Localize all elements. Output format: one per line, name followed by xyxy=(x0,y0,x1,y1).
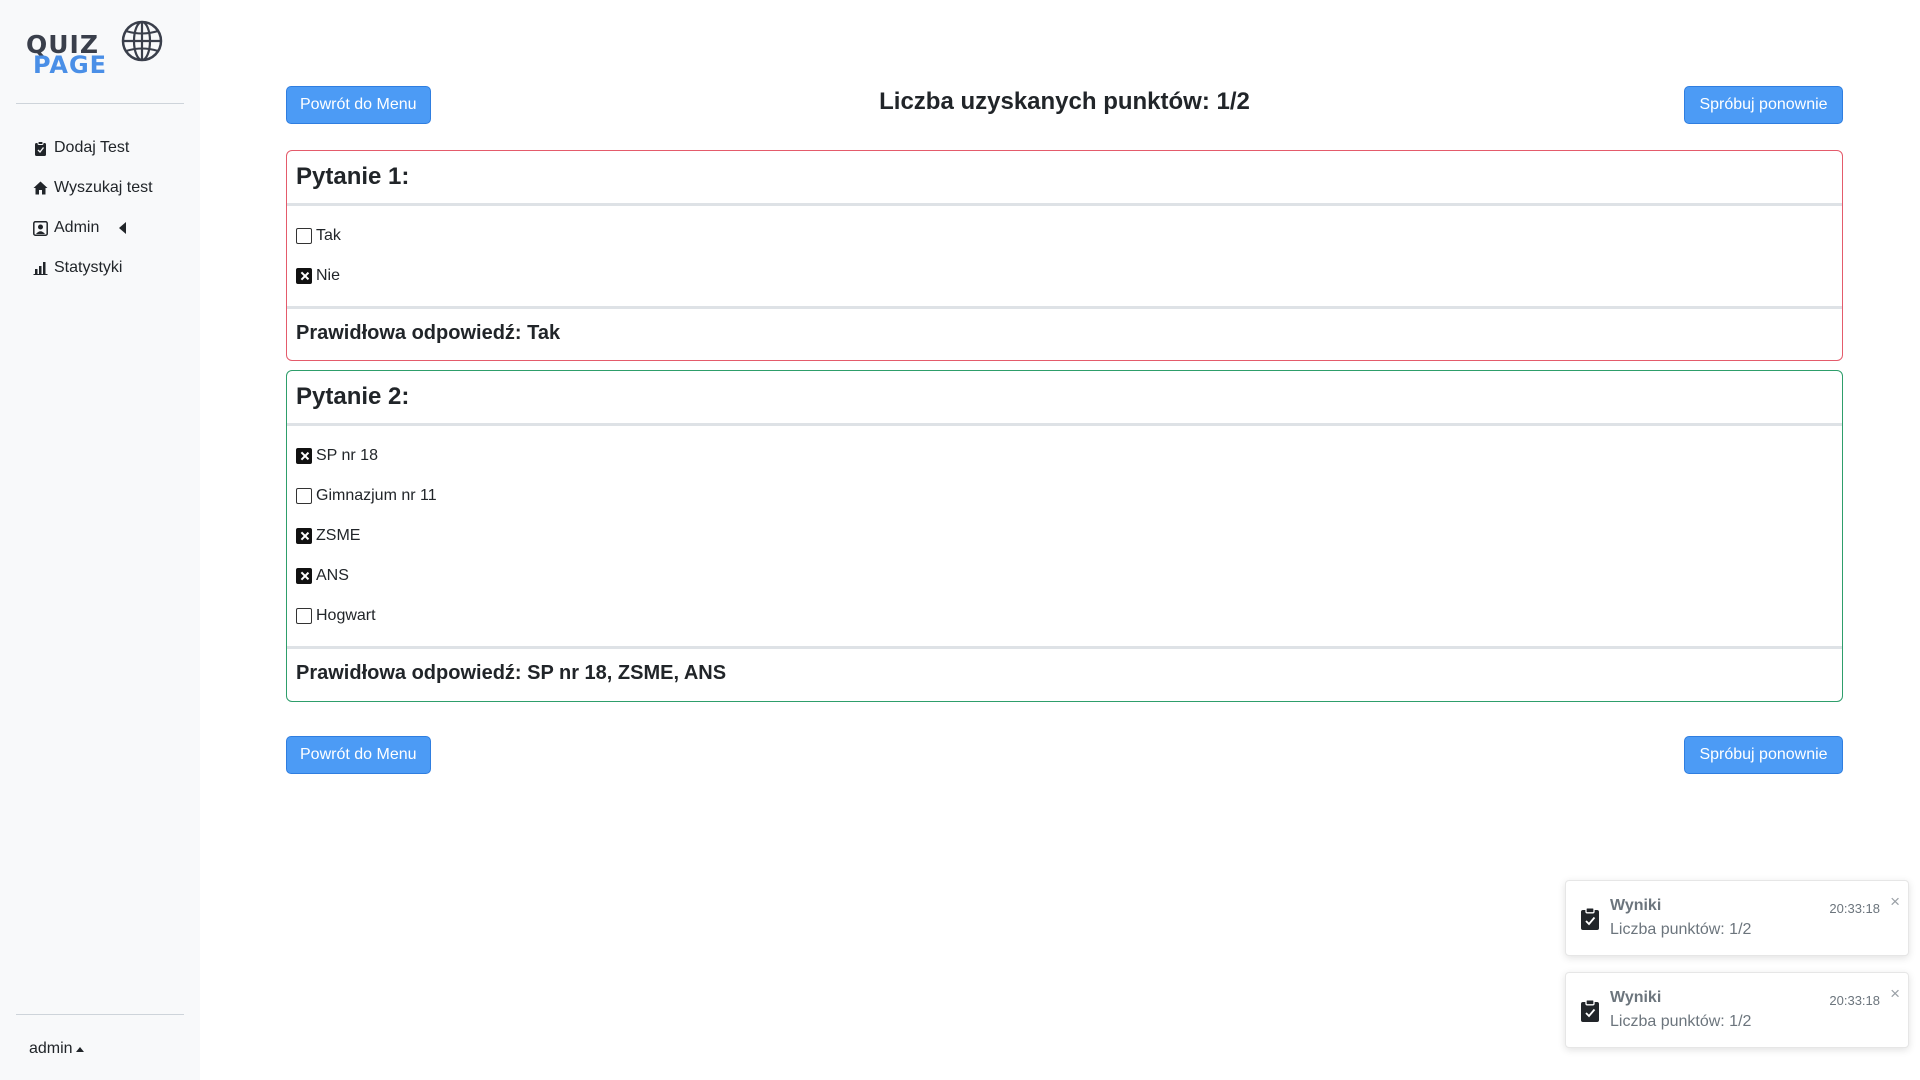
clipboard-check-icon xyxy=(1581,907,1599,930)
option-checkbox[interactable] xyxy=(296,488,312,504)
sidebar-item-label: Statystyki xyxy=(54,259,123,276)
toast-time: 20:33:18 xyxy=(1829,901,1880,916)
option-label: Nie xyxy=(316,267,341,284)
sidebar-divider-bottom xyxy=(16,1014,184,1015)
bar-chart-icon xyxy=(32,260,48,276)
sidebar-nav: Dodaj Test Wyszukaj test Admin Statystyk… xyxy=(32,128,153,288)
option-label: Hogwart xyxy=(316,607,376,624)
option-row: ZSME xyxy=(296,516,1833,556)
house-icon xyxy=(32,180,48,196)
toast-notification: Wyniki 20:33:18 × Liczba punktów: 1/2 xyxy=(1565,972,1909,1048)
option-label: Gimnazjum nr 11 xyxy=(316,487,437,504)
option-checkbox[interactable] xyxy=(296,528,312,544)
question-options: Tak Nie xyxy=(287,206,1842,306)
option-checkbox[interactable] xyxy=(296,228,312,244)
sidebar-item-label: Dodaj Test xyxy=(54,139,130,156)
sidebar-item-statystyki[interactable]: Statystyki xyxy=(32,248,153,288)
option-checkbox[interactable] xyxy=(296,448,312,464)
retry-button-top[interactable]: Spróbuj ponownie xyxy=(1684,86,1843,124)
sidebar-item-wyszukaj-test[interactable]: Wyszukaj test xyxy=(32,168,153,208)
clipboard-check-icon xyxy=(1581,999,1599,1022)
option-label: SP nr 18 xyxy=(316,447,378,464)
correct-answer: Prawidłowa odpowiedź: Tak xyxy=(287,306,1842,358)
close-icon[interactable]: × xyxy=(1890,985,1900,1002)
toast-message: Liczba punktów: 1/2 xyxy=(1610,921,1752,938)
toast-time: 20:33:18 xyxy=(1829,993,1880,1008)
sidebar-item-label: Wyszukaj test xyxy=(54,179,153,196)
question-title: Pytanie 1: xyxy=(287,151,1842,206)
logo-text-page: PAGE xyxy=(33,51,108,79)
option-checkbox[interactable] xyxy=(296,568,312,584)
question-card-2: Pytanie 2: SP nr 18 Gimnazjum nr 11 ZSME… xyxy=(286,370,1843,702)
option-label: Tak xyxy=(316,227,341,244)
toast-title: Wyniki xyxy=(1610,989,1662,1006)
sidebar-item-label: Admin xyxy=(54,219,100,236)
correct-answer: Prawidłowa odpowiedź: SP nr 18, ZSME, AN… xyxy=(287,646,1842,698)
clipboard-icon xyxy=(32,140,48,156)
person-badge-icon xyxy=(32,220,48,236)
option-checkbox[interactable] xyxy=(296,608,312,624)
option-row: Nie xyxy=(296,256,1833,296)
option-row: Hogwart xyxy=(296,596,1833,636)
question-options: SP nr 18 Gimnazjum nr 11 ZSME ANS Hogwar… xyxy=(287,426,1842,646)
caret-up-icon xyxy=(75,1046,84,1052)
option-checkbox[interactable] xyxy=(296,268,312,284)
username: admin xyxy=(29,1040,73,1057)
globe-icon xyxy=(121,20,163,62)
retry-button-bottom[interactable]: Spróbuj ponownie xyxy=(1684,736,1843,774)
option-label: ANS xyxy=(316,567,349,584)
user-menu[interactable]: admin xyxy=(29,1040,84,1058)
sidebar-divider-top xyxy=(16,103,184,104)
back-to-menu-button-bottom[interactable]: Powrót do Menu xyxy=(286,736,431,774)
toast-title: Wyniki xyxy=(1610,897,1662,914)
question-title: Pytanie 2: xyxy=(287,371,1842,426)
option-row: Gimnazjum nr 11 xyxy=(296,476,1833,516)
sidebar-item-dodaj-test[interactable]: Dodaj Test xyxy=(32,128,153,168)
question-card-1: Pytanie 1: Tak Nie Prawidłowa odpowiedź:… xyxy=(286,150,1843,361)
caret-left-icon[interactable] xyxy=(119,222,127,234)
option-row: SP nr 18 xyxy=(296,436,1833,476)
option-row: Tak xyxy=(296,216,1833,256)
sidebar: QUIZ PAGE Dodaj Test Wyszukaj test Admin… xyxy=(0,0,200,1080)
close-icon[interactable]: × xyxy=(1890,893,1900,910)
toast-notification: Wyniki 20:33:18 × Liczba punktów: 1/2 xyxy=(1565,880,1909,956)
score-heading: Liczba uzyskanych punktów: 1/2 xyxy=(879,88,1250,115)
option-row: ANS xyxy=(296,556,1833,596)
option-label: ZSME xyxy=(316,527,361,544)
sidebar-item-admin[interactable]: Admin xyxy=(32,208,153,248)
toast-message: Liczba punktów: 1/2 xyxy=(1610,1013,1752,1030)
quiz-page-logo[interactable]: QUIZ PAGE xyxy=(24,18,164,79)
